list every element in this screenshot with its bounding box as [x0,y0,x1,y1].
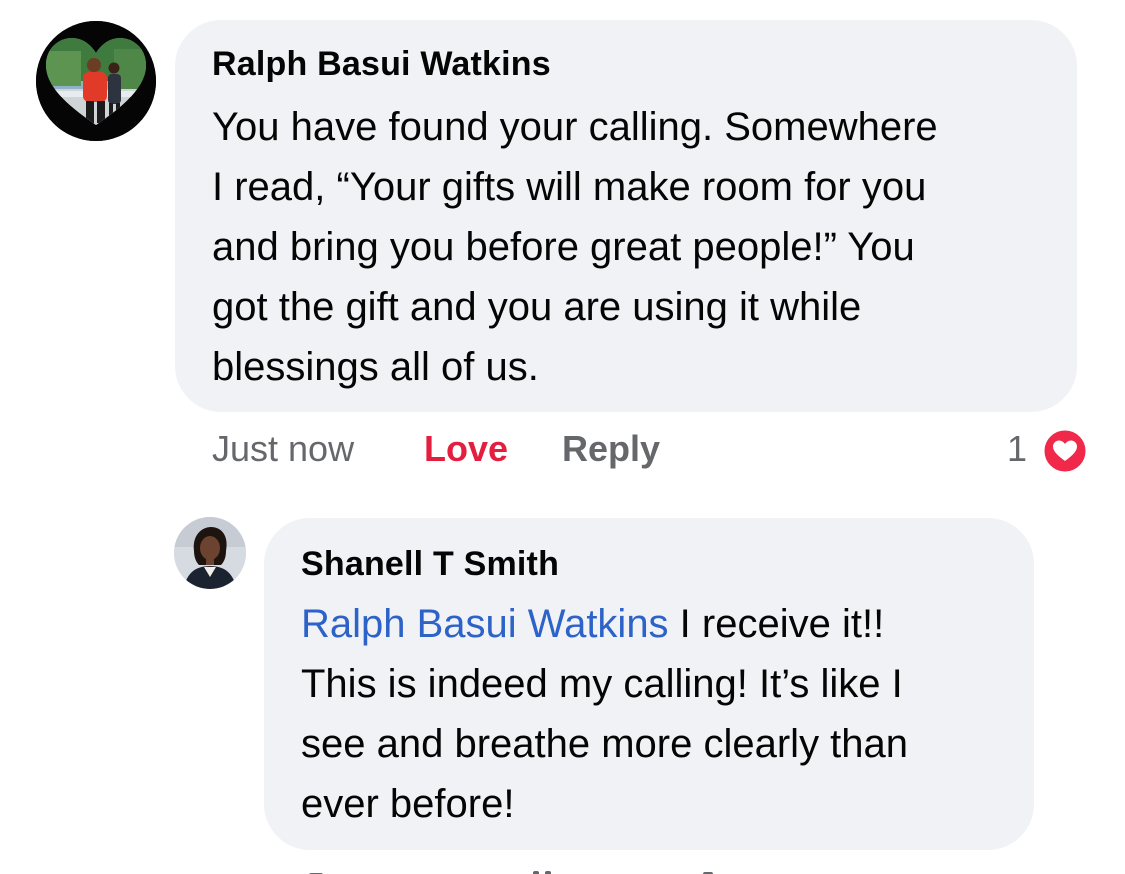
mention-link[interactable]: Ralph Basui Watkins [301,602,669,646]
comment-text-line: and bring you before great people!” You [212,225,915,269]
reply-button[interactable]: Reply [562,428,660,470]
reaction-count[interactable]: 1 [1007,428,1027,470]
heart-frame-profile-photo [36,21,156,141]
heart-reaction-icon[interactable] [1040,426,1090,476]
reply-text-line: ever before! [301,782,515,826]
love-reaction-button[interactable]: Love [424,428,508,470]
comment-thread: Ralph Basui Watkins You have found your … [0,0,1125,874]
avatar[interactable] [36,21,156,141]
reply-text-fragment: I receive it!! [668,602,885,646]
avatar[interactable] [174,517,246,589]
comment-text-line: I read, “Your gifts will make room for y… [212,165,927,209]
comment-text-line: You have found your calling. Somewhere [212,105,938,149]
reply-text-line: This is indeed my calling! It’s like I [301,662,903,706]
comment-actions: Just now Love Reply 1 [0,426,1125,476]
heart-icon [1041,427,1089,475]
reply-text-line: Ralph Basui Watkins I receive it!! [301,594,1021,654]
comment-author-name[interactable]: Ralph Basui Watkins [212,45,551,84]
comment-timestamp[interactable]: Just now [212,428,354,470]
cut-off-text-glyphs [309,871,713,874]
profile-photo [174,517,246,589]
reply-text: Ralph Basui Watkins I receive it!! This … [301,594,1021,834]
reply-author-name[interactable]: Shanell T Smith [301,545,559,584]
comment-text-line: blessings all of us. [212,345,539,389]
reply-text-line: see and breathe more clearly than [301,722,909,766]
comment-text: You have found your calling. Somewhere I… [212,97,1062,397]
comment-text-line: got the gift and you are using it while [212,285,862,329]
cut-off-action-row [301,864,801,874]
